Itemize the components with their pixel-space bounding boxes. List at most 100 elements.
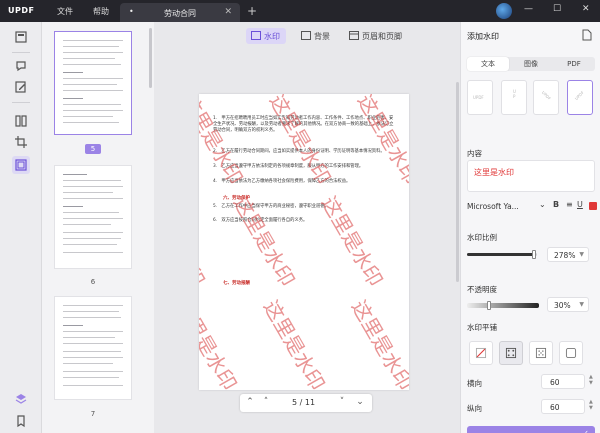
document-icon[interactable] [582, 29, 592, 41]
page-navigator: ⌃ ˄ 5 / 11 ˅ ⌄ [240, 394, 372, 412]
tab-watermark-label: 水印 [264, 32, 280, 41]
watermark-icon[interactable] [12, 156, 30, 174]
tab-header-footer[interactable]: 页眉和页脚 [344, 28, 408, 44]
page-number-label: 7 [90, 410, 96, 418]
apply-button[interactable]: ✓ [467, 426, 595, 433]
scale-label: 水印比例 [467, 233, 497, 242]
opacity-label: 不透明度 [467, 285, 497, 294]
last-page-icon[interactable]: ⌄ [354, 397, 366, 407]
page-number-label: 6 [90, 278, 96, 286]
watermark-style-diagonal-up[interactable]: UPDF [567, 80, 593, 115]
watermark-text: 这里是水印 [264, 94, 336, 189]
scale-slider-knob[interactable] [531, 250, 536, 259]
section-heading: 七、劳动报酬 [223, 281, 250, 286]
document-canvas: 水印 背景 页眉和页脚 1. 甲方在招聘聘用员工时应当如实告知劳动者工作内容、工… [154, 22, 460, 433]
opacity-value: 30% [554, 301, 571, 310]
comment-icon[interactable] [14, 59, 28, 73]
watermark-type-tabs: 文本 图像 PDF [467, 57, 595, 71]
tab-text[interactable]: 文本 [467, 57, 509, 71]
bookmark-icon[interactable] [14, 414, 28, 428]
panel-title: 添加水印 [467, 32, 499, 41]
watermark-tab-icon [251, 31, 261, 40]
watermark-text: 这里是水印 [199, 94, 248, 189]
chevron-down-icon[interactable]: ▼ [579, 251, 584, 258]
tab-watermark[interactable]: 水印 [246, 28, 286, 44]
scale-input[interactable]: 278% ▼ [547, 247, 589, 262]
tab-background-label: 背景 [314, 32, 330, 41]
watermark-style-vertical[interactable]: UP [501, 80, 527, 115]
opacity-slider-knob[interactable] [486, 301, 491, 310]
align-icon[interactable]: ≡ [566, 200, 573, 209]
watermark-mode-tabs: 水印 背景 页眉和页脚 [154, 28, 460, 44]
watermark-text: 这里是水印 [346, 296, 409, 390]
canvas-scrollbar[interactable] [456, 82, 459, 282]
edit-icon[interactable] [14, 80, 28, 94]
stack-icon[interactable] [14, 392, 28, 406]
watermark-style-horizontal[interactable]: UPDF [467, 80, 493, 115]
opacity-input[interactable]: 30% ▼ [547, 297, 589, 312]
watermark-text-input[interactable]: 这里是水印 [467, 160, 595, 192]
page-number-label: 5 [85, 144, 101, 154]
document-page: 1. 甲方在招聘聘用员工时应当如实告知劳动者工作内容、工作条件、工作地点、职业危… [199, 94, 409, 390]
menu-help[interactable]: 帮助 [93, 6, 109, 17]
tile-label: 水印平铺 [467, 323, 497, 332]
maximize-icon[interactable]: ☐ [553, 4, 561, 14]
background-tab-icon [301, 31, 311, 40]
watermark-text: 这里是水印 [352, 94, 409, 189]
first-page-icon[interactable]: ⌃ [244, 397, 256, 407]
page-indicator[interactable]: 5 / 11 [292, 398, 315, 407]
tool-rail [0, 22, 42, 433]
tab-background[interactable]: 背景 [296, 28, 336, 44]
close-icon[interactable]: ✕ [224, 7, 232, 17]
next-page-icon[interactable]: ˅ [336, 397, 348, 407]
watermark-panel: 添加水印 文本 图像 PDF UPDF UP UPDF UPDF 内容 这里是水… [460, 22, 600, 433]
tile-none-option[interactable] [469, 341, 493, 365]
minimize-icon[interactable]: — [524, 4, 533, 14]
prev-page-icon[interactable]: ˄ [260, 397, 272, 407]
page-separator: / [299, 398, 303, 407]
watermark-text-value: 这里是水印 [474, 168, 514, 177]
reader-icon[interactable] [14, 30, 28, 44]
title-bar: UPDF 文件 帮助 • 劳动合同 ✕ + — ☐ ✕ [0, 0, 600, 22]
new-tab-button[interactable]: + [247, 4, 257, 18]
document-tab[interactable]: • 劳动合同 ✕ [120, 3, 240, 22]
vertical-spacing-input[interactable]: 60 [541, 399, 585, 414]
tile-dense-option[interactable] [529, 341, 553, 365]
page-thumbnail[interactable] [54, 31, 132, 135]
dot-icon: • [129, 7, 134, 16]
vertical-spinner-icon[interactable]: ▲ ▼ [589, 399, 593, 411]
app-logo: UPDF [8, 6, 35, 15]
thumbnail-scrollbar[interactable] [149, 28, 152, 88]
avatar[interactable] [496, 3, 512, 19]
watermark-style-diagonal-down[interactable]: UPDF [533, 80, 559, 115]
content-label: 内容 [467, 149, 482, 158]
watermark-text: 这里是水印 [199, 296, 242, 390]
text-color-swatch[interactable] [589, 202, 597, 210]
menu-file[interactable]: 文件 [57, 6, 73, 17]
window-close-icon[interactable]: ✕ [582, 4, 590, 14]
crop-icon[interactable] [14, 135, 28, 149]
tile-grid-option[interactable] [499, 341, 523, 365]
document-tab-label: 劳动合同 [164, 9, 196, 18]
tab-image[interactable]: 图像 [510, 57, 552, 71]
tab-header-footer-label: 页眉和页脚 [362, 32, 402, 41]
tab-pdf[interactable]: PDF [553, 57, 595, 71]
tile-single-option[interactable] [559, 341, 583, 365]
font-select[interactable]: Microsoft Ya... [467, 202, 519, 211]
horizontal-spinner-icon[interactable]: ▲ ▼ [589, 374, 593, 386]
font-dropdown-icon[interactable]: ⌄ [539, 200, 546, 209]
underline-icon[interactable]: U [577, 200, 583, 209]
page-thumbnail[interactable] [54, 296, 132, 400]
header-footer-tab-icon [349, 31, 359, 40]
scale-slider[interactable] [467, 250, 537, 259]
horizontal-spacing-label: 横向 [467, 379, 482, 388]
page-thumbnail[interactable] [54, 165, 132, 269]
chevron-down-icon[interactable]: ▼ [579, 301, 584, 308]
total-pages: 11 [304, 398, 316, 407]
opacity-slider[interactable] [467, 301, 539, 310]
organize-icon[interactable] [14, 114, 28, 128]
current-page[interactable]: 5 [292, 398, 297, 407]
horizontal-spacing-input[interactable]: 60 [541, 374, 585, 389]
bold-icon[interactable]: B [553, 200, 559, 209]
watermark-text: 这里是水印 [199, 192, 210, 291]
